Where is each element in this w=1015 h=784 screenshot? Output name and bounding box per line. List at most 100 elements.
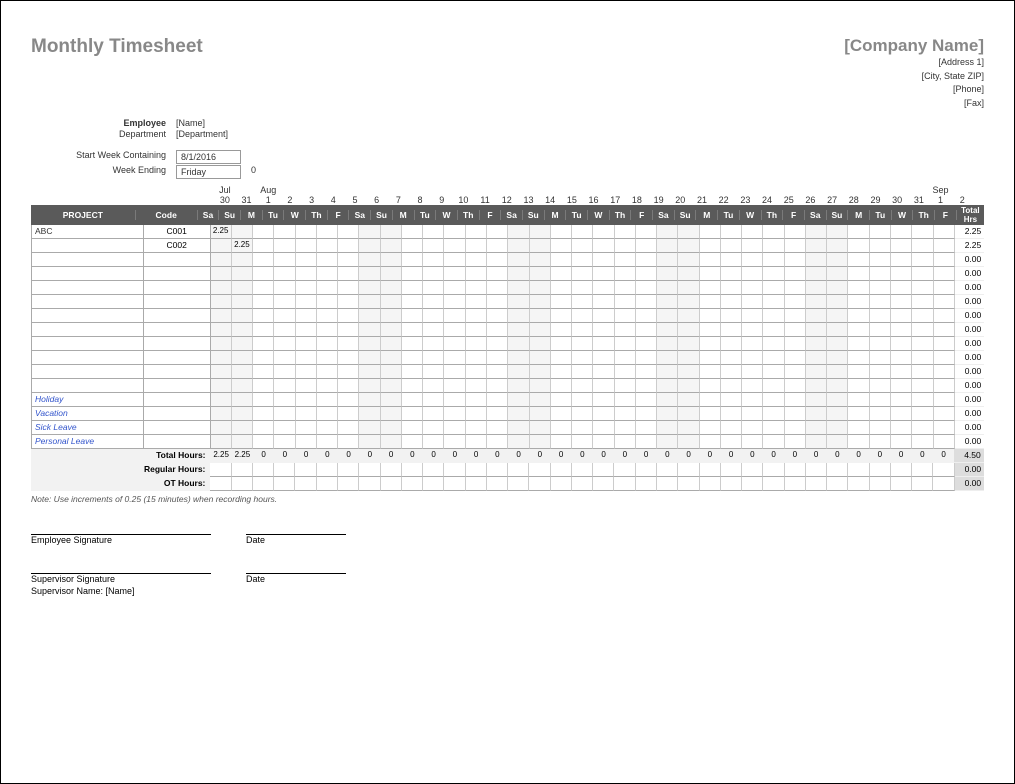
hours-cell[interactable] — [657, 337, 678, 351]
hours-cell[interactable] — [615, 337, 636, 351]
hours-cell[interactable] — [423, 281, 444, 295]
hours-cell[interactable] — [508, 267, 529, 281]
hours-cell[interactable] — [232, 365, 253, 379]
code-cell[interactable] — [144, 337, 211, 351]
hours-cell[interactable] — [253, 253, 274, 267]
hours-cell[interactable] — [912, 337, 933, 351]
hours-cell[interactable] — [232, 281, 253, 295]
hours-cell[interactable] — [593, 407, 614, 421]
hours-cell[interactable] — [317, 225, 338, 239]
hours-cell[interactable] — [338, 239, 359, 253]
hours-cell[interactable] — [763, 323, 784, 337]
hours-cell[interactable] — [657, 295, 678, 309]
hours-cell[interactable] — [827, 267, 848, 281]
hours-cell[interactable] — [402, 421, 423, 435]
totals-cell[interactable] — [210, 477, 231, 491]
hours-cell[interactable] — [444, 379, 465, 393]
hours-cell[interactable] — [593, 379, 614, 393]
hours-cell[interactable] — [934, 365, 955, 379]
totals-cell[interactable] — [253, 463, 274, 477]
hours-cell[interactable] — [253, 351, 274, 365]
hours-cell[interactable] — [211, 365, 232, 379]
hours-cell[interactable] — [338, 379, 359, 393]
project-name-cell[interactable] — [31, 365, 144, 379]
totals-cell[interactable] — [295, 463, 316, 477]
hours-cell[interactable] — [274, 225, 295, 239]
hours-cell[interactable] — [763, 435, 784, 449]
hours-cell[interactable] — [636, 253, 657, 267]
hours-cell[interactable] — [211, 253, 232, 267]
hours-cell[interactable] — [551, 309, 572, 323]
hours-cell[interactable] — [402, 407, 423, 421]
hours-cell[interactable] — [466, 295, 487, 309]
hours-cell[interactable] — [891, 281, 912, 295]
hours-cell[interactable] — [466, 281, 487, 295]
employee-value[interactable]: [Name] — [176, 118, 241, 128]
hours-cell[interactable] — [423, 267, 444, 281]
hours-cell[interactable] — [211, 379, 232, 393]
hours-cell[interactable] — [508, 253, 529, 267]
hours-cell[interactable] — [912, 407, 933, 421]
hours-cell[interactable] — [700, 281, 721, 295]
hours-cell[interactable] — [848, 435, 869, 449]
hours-cell[interactable] — [466, 421, 487, 435]
hours-cell[interactable] — [572, 351, 593, 365]
hours-cell[interactable] — [636, 309, 657, 323]
hours-cell[interactable] — [359, 323, 380, 337]
hours-cell[interactable] — [870, 309, 891, 323]
hours-cell[interactable] — [615, 393, 636, 407]
hours-cell[interactable] — [274, 253, 295, 267]
hours-cell[interactable] — [572, 267, 593, 281]
hours-cell[interactable] — [274, 379, 295, 393]
hours-cell[interactable] — [848, 323, 869, 337]
hours-cell[interactable] — [891, 337, 912, 351]
hours-cell[interactable] — [806, 393, 827, 407]
hours-cell[interactable] — [402, 337, 423, 351]
hours-cell[interactable] — [891, 323, 912, 337]
hours-cell[interactable] — [274, 239, 295, 253]
hours-cell[interactable] — [402, 379, 423, 393]
hours-cell[interactable] — [381, 351, 402, 365]
totals-cell[interactable] — [678, 477, 699, 491]
hours-cell[interactable] — [806, 351, 827, 365]
project-name-cell[interactable]: Vacation — [31, 407, 144, 421]
hours-cell[interactable] — [508, 435, 529, 449]
start-week-value[interactable]: 8/1/2016 — [176, 150, 241, 164]
hours-cell[interactable] — [359, 281, 380, 295]
hours-cell[interactable] — [785, 309, 806, 323]
hours-cell[interactable] — [530, 379, 551, 393]
hours-cell[interactable]: 2.25 — [232, 239, 253, 253]
totals-cell[interactable] — [466, 463, 487, 477]
totals-cell[interactable] — [253, 477, 274, 491]
hours-cell[interactable] — [232, 393, 253, 407]
hours-cell[interactable] — [848, 393, 869, 407]
hours-cell[interactable] — [678, 253, 699, 267]
hours-cell[interactable] — [572, 379, 593, 393]
hours-cell[interactable] — [296, 239, 317, 253]
hours-cell[interactable] — [274, 421, 295, 435]
code-cell[interactable] — [144, 421, 211, 435]
totals-cell[interactable] — [742, 463, 763, 477]
totals-cell[interactable] — [827, 477, 848, 491]
totals-cell[interactable] — [700, 463, 721, 477]
hours-cell[interactable] — [700, 351, 721, 365]
hours-cell[interactable] — [657, 365, 678, 379]
hours-cell[interactable] — [593, 435, 614, 449]
hours-cell[interactable] — [530, 407, 551, 421]
hours-cell[interactable] — [508, 281, 529, 295]
hours-cell[interactable] — [742, 421, 763, 435]
hours-cell[interactable] — [317, 267, 338, 281]
hours-cell[interactable] — [636, 421, 657, 435]
hours-cell[interactable] — [317, 435, 338, 449]
hours-cell[interactable] — [317, 421, 338, 435]
totals-cell[interactable] — [444, 477, 465, 491]
hours-cell[interactable] — [402, 309, 423, 323]
hours-cell[interactable] — [678, 309, 699, 323]
hours-cell[interactable] — [487, 365, 508, 379]
hours-cell[interactable] — [742, 365, 763, 379]
hours-cell[interactable] — [381, 225, 402, 239]
code-cell[interactable] — [144, 379, 211, 393]
hours-cell[interactable] — [572, 393, 593, 407]
hours-cell[interactable] — [678, 337, 699, 351]
hours-cell[interactable] — [317, 407, 338, 421]
